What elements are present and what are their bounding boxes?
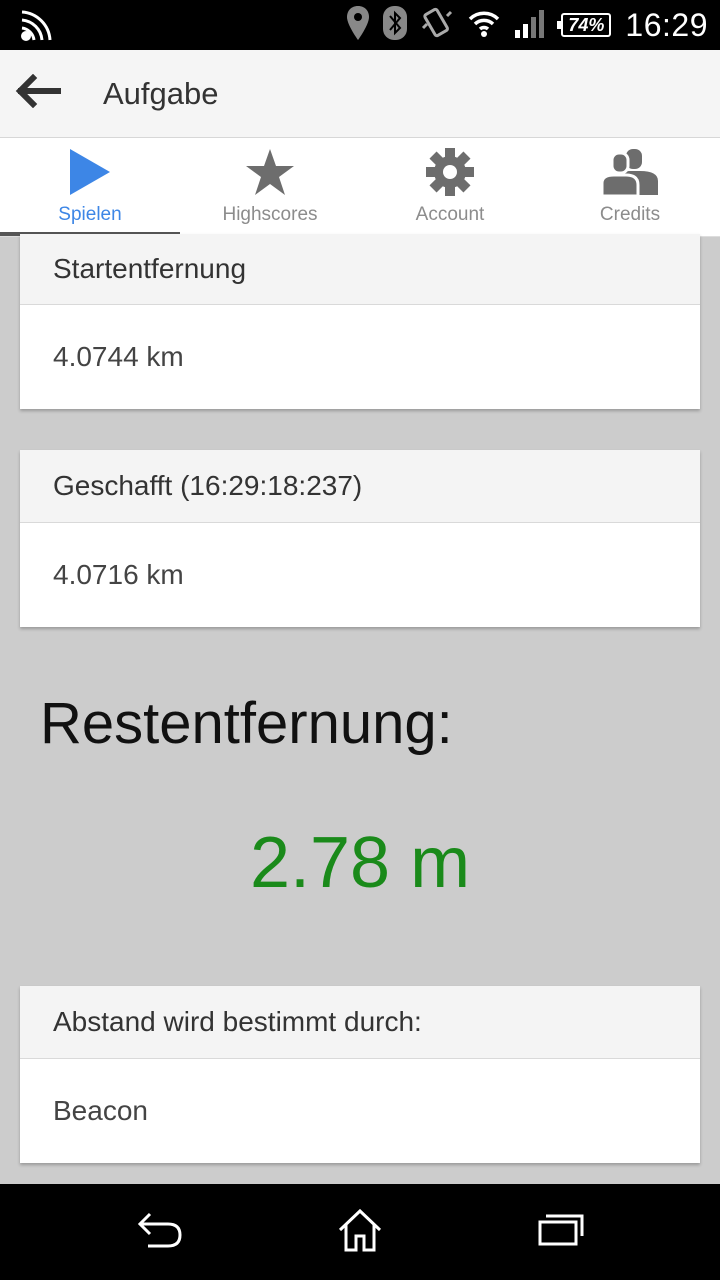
card-value: 4.0716 km bbox=[53, 559, 184, 590]
tab-credits[interactable]: Credits bbox=[540, 138, 720, 236]
arrow-back-icon bbox=[15, 73, 62, 113]
remaining-distance-label: Restentfernung: bbox=[40, 691, 453, 756]
tab-highscores[interactable]: Highscores bbox=[180, 138, 360, 236]
tab-account[interactable]: Account bbox=[360, 138, 540, 236]
back-nav-icon bbox=[136, 1210, 184, 1255]
tab-bar: Spielen Highscores Account Credits bbox=[0, 138, 720, 237]
nav-recents-button[interactable] bbox=[530, 1204, 590, 1260]
nfc-icon bbox=[16, 8, 54, 51]
nav-back-button[interactable] bbox=[130, 1204, 190, 1260]
wifi-icon bbox=[467, 8, 501, 43]
clock: 16:29 bbox=[625, 6, 708, 43]
card-header: Startentfernung bbox=[20, 234, 700, 305]
battery-icon: 74% bbox=[557, 13, 612, 37]
gear-icon bbox=[425, 146, 475, 198]
location-icon bbox=[347, 5, 370, 45]
people-icon bbox=[600, 146, 660, 198]
navigation-bar bbox=[0, 1184, 720, 1280]
recents-icon bbox=[536, 1212, 584, 1253]
status-bar: 74% 16:29 bbox=[0, 0, 720, 50]
achieved-card: Geschafft (16:29:18:237) 4.0716 km bbox=[20, 450, 700, 627]
nav-home-button[interactable] bbox=[330, 1204, 390, 1260]
start-distance-card: Startentfernung 4.0744 km bbox=[20, 234, 700, 409]
card-header: Abstand wird bestimmt durch: bbox=[20, 986, 700, 1059]
bluetooth-icon bbox=[383, 5, 408, 45]
tab-label: Account bbox=[415, 204, 485, 225]
action-bar: Aufgabe bbox=[0, 50, 720, 138]
back-button[interactable] bbox=[10, 68, 66, 118]
signal-icon bbox=[515, 8, 547, 43]
page-title: Aufgabe bbox=[103, 76, 219, 111]
tab-label: Spielen bbox=[58, 204, 122, 225]
vibrate-icon bbox=[421, 6, 453, 45]
play-icon bbox=[68, 146, 112, 198]
star-icon bbox=[245, 146, 295, 198]
card-value: 4.0744 km bbox=[53, 341, 184, 372]
tab-label: Highscores bbox=[222, 204, 318, 225]
remaining-distance-value: 2.78 m bbox=[249, 823, 471, 903]
distance-source-card: Abstand wird bestimmt durch: Beacon bbox=[20, 986, 700, 1163]
home-icon bbox=[336, 1208, 384, 1257]
tab-label: Credits bbox=[599, 204, 661, 225]
tab-spielen[interactable]: Spielen bbox=[0, 138, 180, 236]
card-value: Beacon bbox=[53, 1095, 148, 1126]
card-header: Geschafft (16:29:18:237) bbox=[20, 450, 700, 523]
